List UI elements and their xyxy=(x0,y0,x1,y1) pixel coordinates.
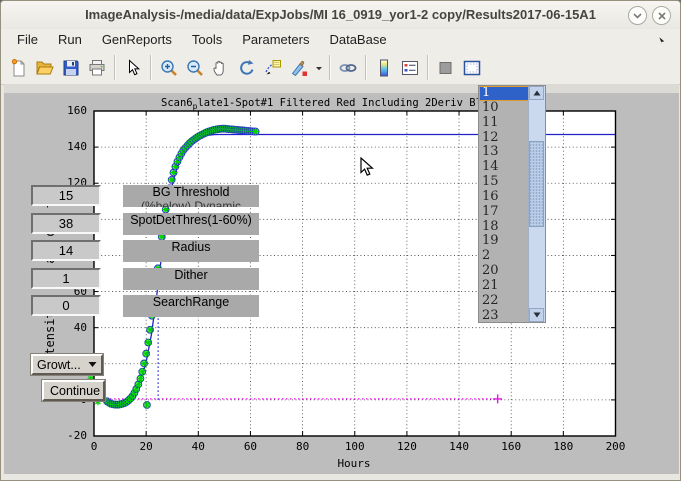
pan-hand-icon[interactable] xyxy=(208,55,234,81)
menu-item-file[interactable]: File xyxy=(7,32,48,47)
menu-item-database[interactable]: DataBase xyxy=(319,32,396,47)
brush-dropdown-icon[interactable] xyxy=(312,55,325,81)
link-plots-icon[interactable] xyxy=(335,55,361,81)
toolbar-separator xyxy=(150,55,152,80)
param-field-bg-threshold[interactable] xyxy=(31,185,101,206)
scroll-down-button[interactable] xyxy=(529,308,544,322)
toolbar-separator xyxy=(114,55,116,80)
app-window: ImageAnalysis-/media/data/ExpJobs/MI 16_… xyxy=(0,0,681,481)
pointer-icon[interactable] xyxy=(120,55,146,81)
menu-item-genreports[interactable]: GenReports xyxy=(92,32,182,47)
listbox-item-1[interactable]: 1 xyxy=(479,86,530,101)
open-file-icon[interactable] xyxy=(32,55,58,81)
param-field-radius[interactable] xyxy=(31,240,101,261)
rotate-3d-icon[interactable] xyxy=(234,55,260,81)
param-label-line2: (%below) Dynamic xyxy=(123,200,259,207)
param-field-dither[interactable] xyxy=(31,268,101,289)
close-button[interactable] xyxy=(652,6,671,25)
disabled-square-icon[interactable] xyxy=(433,55,459,81)
listbox-item-14[interactable]: 14 xyxy=(479,160,530,175)
titlebar: ImageAnalysis-/media/data/ExpJobs/MI 16_… xyxy=(1,1,680,30)
listbox-item-10[interactable]: 10 xyxy=(479,101,530,116)
minimize-button[interactable] xyxy=(628,6,647,25)
listbox-item-12[interactable]: 12 xyxy=(479,131,530,146)
zoom-out-icon[interactable] xyxy=(182,55,208,81)
param-label-searchrange: SearchRange xyxy=(123,295,259,317)
param-field-spotdetthres-1-60-[interactable] xyxy=(31,213,101,234)
chevron-down-icon xyxy=(633,13,642,19)
listbox-item-21[interactable]: 21 xyxy=(479,279,530,294)
listbox-item-22[interactable]: 22 xyxy=(479,294,530,309)
toolbar xyxy=(1,51,680,85)
chevron-down-icon xyxy=(88,361,97,368)
toolbar-separator xyxy=(329,55,331,80)
save-icon[interactable] xyxy=(58,55,84,81)
listbox-scrollbar[interactable] xyxy=(528,86,545,322)
print-icon[interactable] xyxy=(84,55,110,81)
menu-overflow-arrow-icon[interactable] xyxy=(657,35,668,46)
scrollbar-thumb[interactable] xyxy=(529,141,544,227)
growth-dropdown-label: Growt... xyxy=(37,358,81,372)
triangle-up-icon xyxy=(533,90,541,96)
listbox-item-19[interactable]: 19 xyxy=(479,234,530,249)
listbox-item-13[interactable]: 13 xyxy=(479,145,530,160)
brush-icon[interactable] xyxy=(286,55,312,81)
menubar: FileRunGenReportsToolsParametersDataBase xyxy=(1,29,680,51)
zoom-in-icon[interactable] xyxy=(156,55,182,81)
listbox-item-15[interactable]: 15 xyxy=(479,175,530,190)
listbox-item-17[interactable]: 17 xyxy=(479,205,530,220)
new-document-icon[interactable] xyxy=(6,55,32,81)
window-title: ImageAnalysis-/media/data/ExpJobs/MI 16_… xyxy=(1,1,680,29)
param-label-radius: Radius xyxy=(123,240,259,262)
listbox-item-18[interactable]: 18 xyxy=(479,220,530,235)
spot-number-listbox[interactable]: 110111213141516171819220212223 xyxy=(478,85,546,323)
figure-canvas xyxy=(4,93,679,474)
listbox-item-23[interactable]: 23 xyxy=(479,309,530,323)
menu-item-run[interactable]: Run xyxy=(48,32,92,47)
listbox-item-20[interactable]: 20 xyxy=(479,264,530,279)
toolbar-lower-strip xyxy=(4,84,679,93)
colorbar-icon[interactable] xyxy=(371,55,397,81)
listbox-item-11[interactable]: 11 xyxy=(479,116,530,131)
menu-item-parameters[interactable]: Parameters xyxy=(232,32,319,47)
data-cursor-icon[interactable] xyxy=(260,55,286,81)
param-label-dither: Dither xyxy=(123,268,259,290)
param-label-spotdetthres-1-60-: SpotDetThres(1-60%) xyxy=(123,213,259,235)
param-label-bg-threshold: BG Threshold(%below) Dynamic xyxy=(123,185,259,207)
listbox-item-2[interactable]: 2 xyxy=(479,249,530,264)
growth-dropdown[interactable]: Growt... xyxy=(31,354,103,375)
scroll-up-button[interactable] xyxy=(529,86,544,100)
triangle-down-icon xyxy=(533,312,541,318)
toolbar-separator xyxy=(427,55,429,80)
continue-button[interactable]: Continue xyxy=(42,380,105,401)
listbox-item-16[interactable]: 16 xyxy=(479,190,530,205)
toolbar-separator xyxy=(365,55,367,80)
param-field-searchrange[interactable] xyxy=(31,295,101,316)
plot-tools-icon[interactable] xyxy=(459,55,485,81)
legend-icon[interactable] xyxy=(397,55,423,81)
close-icon xyxy=(658,12,666,20)
menu-item-tools[interactable]: Tools xyxy=(182,32,232,47)
